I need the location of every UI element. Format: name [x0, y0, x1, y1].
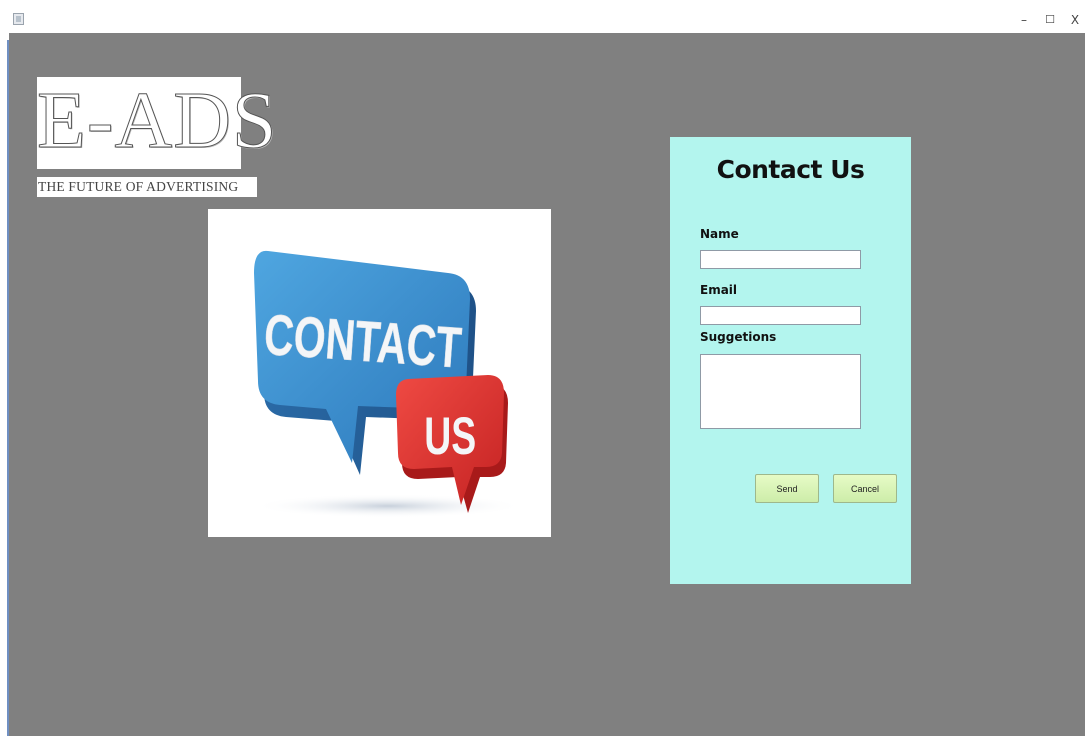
logo-tagline: THE FUTURE OF ADVERTISING: [38, 179, 239, 194]
app-icon: [13, 13, 24, 25]
contact-us-illustration: CONTACT US: [208, 209, 551, 537]
name-label: Name: [700, 227, 739, 241]
cancel-button[interactable]: Cancel: [833, 474, 897, 503]
small-speech-bubble: US: [396, 375, 508, 513]
email-input[interactable]: [700, 306, 861, 325]
bubble-shadow: [253, 494, 523, 518]
close-button[interactable]: X: [1064, 9, 1085, 33]
form-title: Contact Us: [716, 155, 865, 184]
main-content: E-ADS THE FUTURE OF ADVERTISING CONTACT …: [9, 33, 1085, 736]
window-left-edge: [0, 0, 9, 736]
send-button[interactable]: Send: [755, 474, 819, 503]
suggestions-textarea[interactable]: [700, 354, 861, 429]
logo-tagline-box: THE FUTURE OF ADVERTISING: [37, 177, 257, 197]
contact-bubble-text: CONTACT: [262, 302, 463, 380]
application-window: – ☐ X E-ADS THE FUTURE OF ADVERTISING CO…: [0, 0, 1085, 736]
name-input[interactable]: [700, 250, 861, 269]
contact-form-panel: Contact Us Name Email Suggetions Send Ca…: [670, 137, 911, 584]
maximize-button[interactable]: ☐: [1039, 9, 1061, 33]
email-label: Email: [700, 283, 738, 297]
logo-title: E-ADS: [37, 77, 278, 166]
minimize-button[interactable]: –: [1013, 9, 1035, 33]
title-bar[interactable]: – ☐ X: [9, 9, 1085, 33]
logo: E-ADS: [37, 77, 277, 169]
suggestions-label: Suggetions: [700, 330, 777, 344]
us-bubble-text: US: [424, 406, 476, 465]
speech-bubbles-image: CONTACT US: [253, 250, 523, 518]
